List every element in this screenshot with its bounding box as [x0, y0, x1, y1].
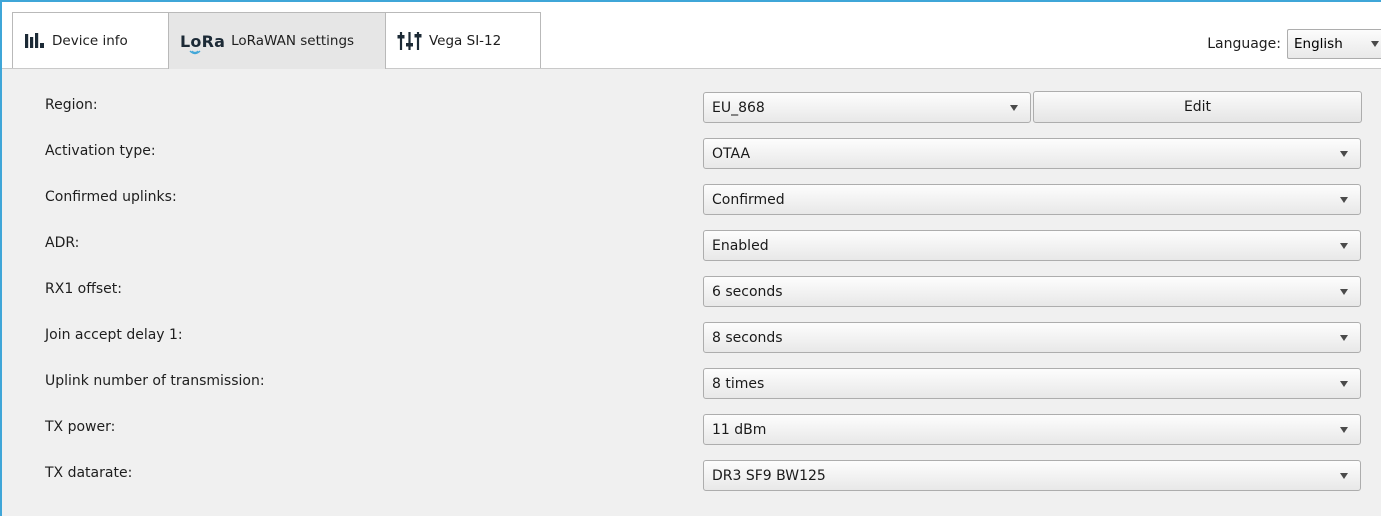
- chevron-down-icon: [1340, 289, 1348, 295]
- chevron-down-icon: [1340, 197, 1348, 203]
- rx1-offset-select[interactable]: 6 seconds: [703, 276, 1361, 307]
- setting-row-uplink-number-of-transmission: Uplink number of transmission: 8 times: [2, 360, 1381, 406]
- language-value: English: [1294, 36, 1343, 52]
- rx1-offset-value: 6 seconds: [712, 284, 783, 300]
- rx1-offset-label: RX1 offset:: [45, 281, 122, 297]
- join-accept-delay-1-value: 8 seconds: [712, 330, 783, 346]
- activation-type-label: Activation type:: [45, 143, 156, 159]
- setting-row-rx1-offset: RX1 offset: 6 seconds: [2, 268, 1381, 314]
- tab-lorawan-settings-label: LoRaWAN settings: [231, 33, 355, 49]
- join-accept-delay-1-select[interactable]: 8 seconds: [703, 322, 1361, 353]
- region-label: Region:: [45, 97, 98, 113]
- region-edit-button[interactable]: Edit: [1033, 91, 1362, 123]
- bar-chart-icon: [24, 32, 46, 49]
- chevron-down-icon: [1340, 473, 1348, 479]
- chevron-down-icon: [1340, 335, 1348, 341]
- activation-type-value: OTAA: [712, 146, 751, 162]
- uplink-number-of-transmission-label: Uplink number of transmission:: [45, 373, 265, 389]
- region-value: EU_868: [712, 100, 765, 116]
- uplink-number-of-transmission-value: 8 times: [712, 376, 765, 392]
- tab-vega-si-12[interactable]: Vega SI-12: [385, 12, 541, 68]
- tab-device-info-label: Device info: [52, 32, 128, 49]
- tx-datarate-value: DR3 SF9 BW125: [712, 468, 826, 484]
- setting-row-adr: ADR: Enabled: [2, 222, 1381, 268]
- setting-row-activation-type: Activation type: OTAA: [2, 130, 1381, 176]
- adr-select[interactable]: Enabled: [703, 230, 1361, 261]
- activation-type-select[interactable]: OTAA: [703, 138, 1361, 169]
- chevron-down-icon: [1340, 151, 1348, 157]
- join-accept-delay-1-label: Join accept delay 1:: [45, 327, 183, 343]
- setting-row-region: Region: EU_868 Edit: [2, 84, 1381, 130]
- confirmed-uplinks-label: Confirmed uplinks:: [45, 189, 177, 205]
- tab-bar: Device info LoRa LoRaWAN settings Vega S…: [2, 2, 1381, 69]
- tab-device-info[interactable]: Device info: [12, 12, 169, 68]
- confirmed-uplinks-select[interactable]: Confirmed: [703, 184, 1361, 215]
- tab-lorawan-settings[interactable]: LoRa LoRaWAN settings: [168, 12, 386, 69]
- chevron-down-icon: [1340, 427, 1348, 433]
- tx-power-value: 11 dBm: [712, 422, 767, 438]
- uplink-number-of-transmission-select[interactable]: 8 times: [703, 368, 1361, 399]
- tx-power-label: TX power:: [45, 419, 116, 435]
- adr-label: ADR:: [45, 235, 80, 251]
- tx-datarate-select[interactable]: DR3 SF9 BW125: [703, 460, 1361, 491]
- chevron-down-icon: [1340, 243, 1348, 249]
- sliders-icon: [397, 31, 423, 50]
- lorawan-settings-panel: Region: EU_868 Edit Activation type: OTA…: [2, 69, 1381, 516]
- tx-datarate-label: TX datarate:: [45, 465, 133, 481]
- setting-row-tx-datarate: TX datarate: DR3 SF9 BW125: [2, 452, 1381, 498]
- language-select[interactable]: English: [1287, 29, 1381, 59]
- lora-logo-icon: LoRa: [180, 32, 225, 54]
- app-window: Device info LoRa LoRaWAN settings Vega S…: [0, 0, 1381, 516]
- tab-vega-si-12-label: Vega SI-12: [429, 32, 502, 49]
- adr-value: Enabled: [712, 238, 769, 254]
- language-label: Language:: [1207, 36, 1281, 52]
- chevron-down-icon: [1340, 381, 1348, 387]
- tx-power-select[interactable]: 11 dBm: [703, 414, 1361, 445]
- confirmed-uplinks-value: Confirmed: [712, 192, 785, 208]
- setting-row-confirmed-uplinks: Confirmed uplinks: Confirmed: [2, 176, 1381, 222]
- setting-row-join-accept-delay-1: Join accept delay 1: 8 seconds: [2, 314, 1381, 360]
- chevron-down-icon: [1010, 105, 1018, 111]
- setting-row-tx-power: TX power: 11 dBm: [2, 406, 1381, 452]
- language-selector-area: Language: English: [1207, 28, 1381, 60]
- chevron-down-icon: [1371, 41, 1379, 47]
- region-select[interactable]: EU_868: [703, 92, 1031, 123]
